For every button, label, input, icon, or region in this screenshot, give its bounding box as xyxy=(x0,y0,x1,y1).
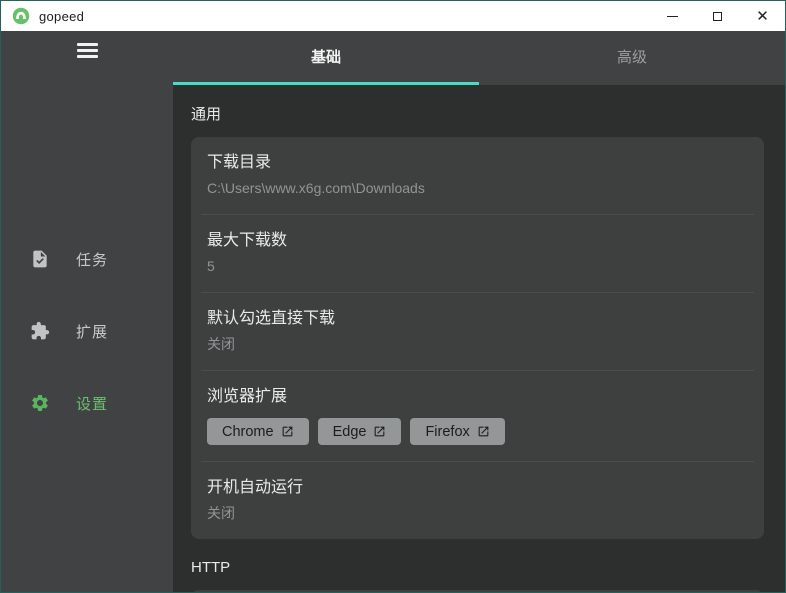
open-in-new-icon xyxy=(478,426,489,437)
setting-row-default-direct-download[interactable]: 默认勾选直接下载 关闭 xyxy=(191,293,764,370)
titlebar: gopeed ✕ xyxy=(1,1,785,31)
window-controls: ✕ xyxy=(650,1,785,31)
button-label: Firefox xyxy=(425,423,470,440)
sidebar-nav: 任务 扩展 设置 xyxy=(1,235,173,451)
extension-buttons: Chrome Edge Firefox xyxy=(207,418,748,445)
app-title: gopeed xyxy=(39,8,85,24)
setting-row-download-dir[interactable]: 下载目录 C:\Users\www.x6g.com\Downloads xyxy=(191,137,764,214)
setting-title: 浏览器扩展 xyxy=(207,388,288,405)
gopeed-logo-icon xyxy=(12,7,30,25)
settings-content: 通用 下载目录 C:\Users\www.x6g.com\Downloads 最… xyxy=(173,85,785,592)
general-settings-card: 下载目录 C:\Users\www.x6g.com\Downloads 最大下载… xyxy=(191,137,764,539)
close-button[interactable]: ✕ xyxy=(740,1,785,31)
setting-value: 5 xyxy=(207,258,215,274)
main-panel: 基础 高级 通用 下载目录 C:\Users\www.x6g.com\Downl… xyxy=(173,31,785,592)
extension-icon xyxy=(30,321,50,341)
close-icon: ✕ xyxy=(756,6,769,25)
setting-row-max-downloads[interactable]: 最大下载数 5 xyxy=(191,215,764,292)
setting-value: 关闭 xyxy=(207,505,235,521)
setting-title: 默认勾选直接下载 xyxy=(207,310,336,327)
sidebar-item-extensions[interactable]: 扩展 xyxy=(1,307,173,355)
sidebar-item-tasks[interactable]: 任务 xyxy=(1,235,173,283)
hamburger-icon xyxy=(77,43,98,46)
tab-advanced[interactable]: 高级 xyxy=(479,31,785,85)
app-window: gopeed ✕ 任务 扩展 设置 基础 高级 通用 下载目录 C:\Users… xyxy=(0,0,786,593)
section-title-general: 通用 xyxy=(191,106,222,123)
setting-row-browser-extension: 浏览器扩展 Chrome Edge Firefox xyxy=(191,371,764,461)
task-icon xyxy=(30,249,50,269)
edge-extension-button[interactable]: Edge xyxy=(317,418,402,445)
tabbar: 基础 高级 xyxy=(173,31,785,85)
sidebar-item-label: 设置 xyxy=(76,395,109,413)
minimize-button[interactable] xyxy=(650,1,695,31)
sidebar-item-label: 扩展 xyxy=(76,323,109,341)
maximize-button[interactable] xyxy=(695,1,740,31)
maximize-icon xyxy=(713,11,722,21)
sidebar-item-settings[interactable]: 设置 xyxy=(1,379,173,427)
button-label: Chrome xyxy=(222,423,274,440)
setting-row-autostart[interactable]: 开机自动运行 关闭 xyxy=(191,462,764,539)
open-in-new-icon xyxy=(282,426,292,437)
minimize-icon xyxy=(667,15,678,17)
menu-toggle-button[interactable] xyxy=(77,43,98,58)
setting-value: 关闭 xyxy=(207,336,235,352)
setting-title: 开机自动运行 xyxy=(207,479,304,496)
sidebar: 任务 扩展 设置 xyxy=(1,31,173,592)
setting-title: 最大下载数 xyxy=(207,232,288,249)
tab-basic[interactable]: 基础 xyxy=(173,31,479,85)
firefox-extension-button[interactable]: Firefox xyxy=(410,418,505,445)
sidebar-item-label: 任务 xyxy=(76,251,109,269)
http-settings-card-partial[interactable] xyxy=(191,590,764,592)
open-in-new-icon xyxy=(375,426,385,437)
button-label: Edge xyxy=(332,423,367,440)
setting-title: 下载目录 xyxy=(207,154,272,171)
setting-value: C:\Users\www.x6g.com\Downloads xyxy=(207,180,425,196)
chrome-extension-button[interactable]: Chrome xyxy=(207,418,309,445)
settings-icon xyxy=(30,393,50,413)
section-title-http: HTTP xyxy=(191,559,231,576)
